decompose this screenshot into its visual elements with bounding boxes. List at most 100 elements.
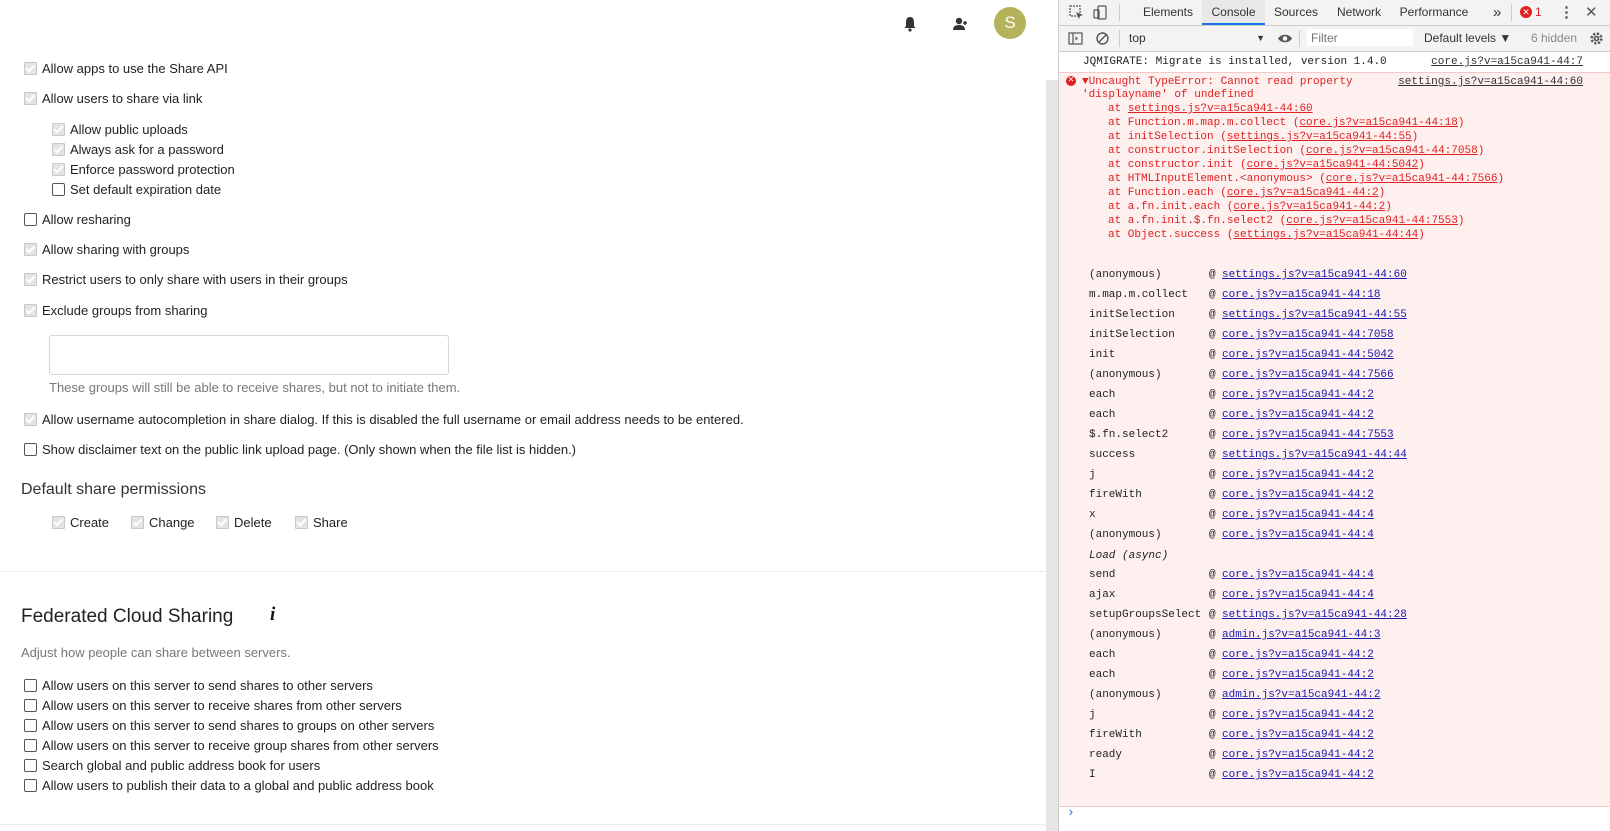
frame-source-link[interactable]: core.js?v=a15ca941-44:2 [1222, 749, 1374, 761]
filter-input[interactable] [1307, 29, 1413, 46]
frame-source-link[interactable]: admin.js?v=a15ca941-44:2 [1222, 689, 1380, 701]
stack-link[interactable]: settings.js?v=a15ca941-44:55 [1227, 131, 1412, 143]
federated-option-checkbox[interactable]: Allow users on this server to receive sh… [24, 698, 402, 713]
share-option-checkbox[interactable]: Allow username autocompletion in share d… [24, 412, 744, 427]
checkbox-label[interactable]: Allow username autocompletion in share d… [42, 412, 744, 427]
frame-source-link[interactable]: core.js?v=a15ca941-44:4 [1222, 509, 1374, 521]
stack-link[interactable]: settings.js?v=a15ca941-44:44 [1233, 229, 1418, 241]
permission-checkbox-change[interactable]: Change [131, 515, 195, 530]
checkbox-label[interactable]: Allow resharing [42, 212, 131, 227]
share-option-checkbox[interactable]: Set default expiration date [52, 182, 221, 197]
federated-option-checkbox[interactable]: Search global and public address book fo… [24, 758, 320, 773]
frame-source-link[interactable]: core.js?v=a15ca941-44:7553 [1222, 429, 1394, 441]
frame-source-link[interactable]: core.js?v=a15ca941-44:2 [1222, 469, 1374, 481]
checkbox-label[interactable]: Change [149, 515, 195, 530]
share-option-checkbox[interactable]: Exclude groups from sharing [24, 303, 207, 318]
checkbox[interactable] [24, 699, 37, 712]
checkbox[interactable] [24, 213, 37, 226]
checkbox[interactable] [52, 163, 65, 176]
federated-option-checkbox[interactable]: Allow users on this server to send share… [24, 678, 373, 693]
frame-source-link[interactable]: core.js?v=a15ca941-44:4 [1222, 569, 1374, 581]
context-select[interactable]: top ▼ [1125, 29, 1269, 47]
permission-checkbox-delete[interactable]: Delete [216, 515, 272, 530]
console-prompt-icon[interactable]: › [1067, 805, 1075, 820]
federated-option-checkbox[interactable]: Allow users on this server to send share… [24, 718, 434, 733]
scrollbar[interactable] [1046, 80, 1058, 831]
share-option-checkbox[interactable]: Restrict users to only share with users … [24, 272, 348, 287]
share-option-checkbox[interactable]: Allow resharing [24, 212, 131, 227]
frame-source-link[interactable]: core.js?v=a15ca941-44:2 [1222, 489, 1374, 501]
info-icon[interactable]: i [270, 604, 275, 626]
checkbox[interactable] [52, 183, 65, 196]
contacts-icon[interactable] [950, 14, 970, 34]
tab-elements[interactable]: Elements [1138, 0, 1198, 25]
checkbox[interactable] [24, 679, 37, 692]
checkbox[interactable] [24, 739, 37, 752]
clear-console-icon[interactable] [1095, 31, 1110, 46]
frame-source-link[interactable]: settings.js?v=a15ca941-44:28 [1222, 609, 1407, 621]
checkbox[interactable] [216, 516, 229, 529]
more-tabs-icon[interactable]: » [1493, 0, 1501, 25]
checkbox[interactable] [52, 516, 65, 529]
checkbox-label[interactable]: Allow users on this server to send share… [42, 678, 373, 693]
stack-link[interactable]: core.js?v=a15ca941-44:7566 [1326, 173, 1498, 185]
frame-source-link[interactable]: core.js?v=a15ca941-44:2 [1222, 729, 1374, 741]
checkbox-label[interactable]: Allow users on this server to send share… [42, 718, 434, 733]
frame-source-link[interactable]: core.js?v=a15ca941-44:18 [1222, 289, 1380, 301]
checkbox[interactable] [24, 413, 37, 426]
levels-select[interactable]: Default levels ▼ [1424, 26, 1511, 51]
error-title[interactable]: ▼Uncaught TypeError: Cannot read propert… [1082, 76, 1353, 88]
frame-source-link[interactable]: core.js?v=a15ca941-44:2 [1222, 409, 1374, 421]
frame-source-link[interactable]: settings.js?v=a15ca941-44:60 [1222, 269, 1407, 281]
gear-icon[interactable] [1589, 31, 1604, 46]
frame-source-link[interactable]: core.js?v=a15ca941-44:5042 [1222, 349, 1394, 361]
tab-network[interactable]: Network [1329, 0, 1389, 25]
eye-icon[interactable] [1277, 32, 1293, 45]
share-option-checkbox[interactable]: Enforce password protection [52, 162, 235, 177]
frame-source-link[interactable]: core.js?v=a15ca941-44:7566 [1222, 369, 1394, 381]
stack-link[interactable]: core.js?v=a15ca941-44:7058 [1306, 145, 1478, 157]
checkbox-label[interactable]: Restrict users to only share with users … [42, 272, 348, 287]
frame-source-link[interactable]: core.js?v=a15ca941-44:2 [1222, 389, 1374, 401]
checkbox[interactable] [52, 143, 65, 156]
checkbox-label[interactable]: Allow apps to use the Share API [42, 61, 228, 76]
checkbox-label[interactable]: Allow users to share via link [42, 91, 202, 106]
share-option-checkbox[interactable]: Allow public uploads [52, 122, 188, 137]
frame-source-link[interactable]: settings.js?v=a15ca941-44:55 [1222, 309, 1407, 321]
frame-source-link[interactable]: core.js?v=a15ca941-44:7058 [1222, 329, 1394, 341]
checkbox-label[interactable]: Allow sharing with groups [42, 242, 189, 257]
stack-link[interactable]: core.js?v=a15ca941-44:2 [1227, 187, 1379, 199]
excluded-groups-input[interactable] [49, 335, 449, 375]
stack-link[interactable]: core.js?v=a15ca941-44:7553 [1286, 215, 1458, 227]
inspect-icon[interactable] [1069, 5, 1084, 20]
tab-sources[interactable]: Sources [1269, 0, 1323, 25]
checkbox-label[interactable]: Share [313, 515, 348, 530]
checkbox-label[interactable]: Search global and public address book fo… [42, 758, 320, 773]
frame-source-link[interactable]: settings.js?v=a15ca941-44:44 [1222, 449, 1407, 461]
share-option-checkbox[interactable]: Allow sharing with groups [24, 242, 189, 257]
checkbox-label[interactable]: Enforce password protection [70, 162, 235, 177]
bell-icon[interactable] [900, 14, 920, 34]
share-option-checkbox[interactable]: Allow users to share via link [24, 91, 202, 106]
frame-source-link[interactable]: core.js?v=a15ca941-44:2 [1222, 649, 1374, 661]
kebab-menu-icon[interactable]: ⋮ [1559, 0, 1574, 25]
checkbox[interactable] [24, 243, 37, 256]
close-icon[interactable]: ✕ [1585, 0, 1598, 25]
checkbox[interactable] [295, 516, 308, 529]
frame-source-link[interactable]: core.js?v=a15ca941-44:2 [1222, 769, 1374, 781]
checkbox-label[interactable]: Allow users on this server to receive sh… [42, 698, 402, 713]
stack-link[interactable]: core.js?v=a15ca941-44:18 [1299, 117, 1457, 129]
share-option-checkbox[interactable]: Always ask for a password [52, 142, 224, 157]
frame-source-link[interactable]: core.js?v=a15ca941-44:2 [1222, 669, 1374, 681]
checkbox[interactable] [24, 443, 37, 456]
stack-link[interactable]: settings.js?v=a15ca941-44:60 [1128, 103, 1313, 115]
checkbox-label[interactable]: Allow public uploads [70, 122, 188, 137]
log-source-link[interactable]: core.js?v=a15ca941-44:7 [1431, 56, 1583, 68]
tab-console[interactable]: Console [1202, 0, 1265, 25]
tab-performance[interactable]: Performance [1396, 0, 1472, 25]
federated-option-checkbox[interactable]: Allow users to publish their data to a g… [24, 778, 434, 793]
checkbox[interactable] [24, 62, 37, 75]
checkbox-label[interactable]: Set default expiration date [70, 182, 221, 197]
error-source-link[interactable]: settings.js?v=a15ca941-44:60 [1398, 76, 1583, 88]
checkbox[interactable] [24, 779, 37, 792]
